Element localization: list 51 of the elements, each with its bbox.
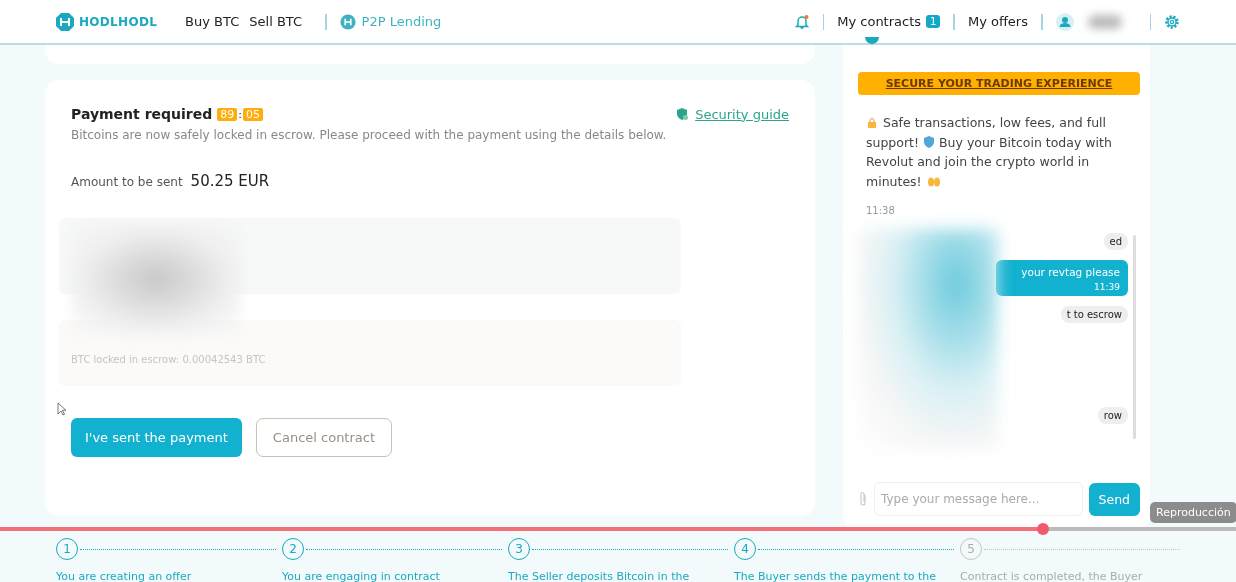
message-text: minutes! <box>866 172 922 191</box>
message-text: Safe transactions, low fees, and full <box>883 114 1107 132</box>
nav-link[interactable]: My contracts <box>837 14 922 29</box>
hands-icon <box>926 175 941 188</box>
shield-icon <box>675 107 690 121</box>
message-time: 11:38 <box>866 204 896 218</box>
system-message: ed <box>1103 232 1128 250</box>
nav-link[interactable]: My offers <box>967 14 1028 29</box>
logo-icon <box>55 11 75 32</box>
nav-link[interactable]: P2P Lending <box>361 14 442 29</box>
user-icon[interactable] <box>1055 12 1074 31</box>
system-message: t to escrow <box>1060 305 1128 323</box>
logo-text[interactable]: HODLHODL <box>79 14 158 29</box>
step-text: Contract is completed, the Buyer <box>960 570 1144 582</box>
count-badge: 1 <box>926 15 941 28</box>
nav-link[interactable]: Sell BTC <box>249 14 303 29</box>
timer-minutes: 89 <box>217 107 238 121</box>
step-text: You are engaging in contract <box>282 570 441 582</box>
cancel-contract-button[interactable]: Cancel contract <box>255 418 393 457</box>
message-time: 11:39 <box>1093 281 1120 292</box>
amount-label: Amount to be sent <box>71 175 183 189</box>
promo-banner[interactable]: SECURE YOUR TRADING EXPERIENCE <box>858 72 1140 95</box>
sent-payment-button[interactable]: I've sent the payment <box>71 418 242 457</box>
message-text: Revolut and join the crypto world in <box>866 153 1090 171</box>
logo-icon <box>339 13 356 30</box>
settings-icon[interactable] <box>1164 13 1180 30</box>
system-message: row <box>1097 406 1128 424</box>
blurred-area <box>1087 14 1122 29</box>
avatar-icon <box>865 37 879 45</box>
description-text: Bitcoins are now safely locked in escrow. Please proceed with the payment using the details below. <box>71 128 668 142</box>
message-text: Buy your Bitcoin today with <box>939 133 1112 152</box>
message-text: your revtag please <box>1020 265 1120 278</box>
timer-separator: : <box>238 107 242 121</box>
step-text: You are creating an offer <box>56 570 193 582</box>
security-guide-link[interactable]: Security guide <box>675 106 789 122</box>
step-text: The Buyer sends the payment to the <box>734 570 938 582</box>
timer-seconds: 05 <box>243 107 263 121</box>
shield-icon <box>924 136 934 149</box>
section-title: Payment required <box>71 106 213 122</box>
nav-link[interactable]: Buy BTC <box>185 14 240 29</box>
attach-icon[interactable] <box>858 491 868 507</box>
amount-value: 50.25 EUR <box>190 172 270 190</box>
scrollbar[interactable] <box>1133 234 1136 439</box>
message-text: support! <box>866 133 919 152</box>
send-button[interactable]: Send <box>1088 482 1140 516</box>
step-text: The Seller deposits Bitcoin in the <box>508 570 691 582</box>
tooltip: Reproducción <box>1150 502 1236 523</box>
cursor-icon <box>57 402 67 416</box>
bell-icon[interactable] <box>793 13 810 30</box>
message-input[interactable]: Type your message here... <box>874 482 1083 516</box>
lock-icon <box>866 116 878 129</box>
